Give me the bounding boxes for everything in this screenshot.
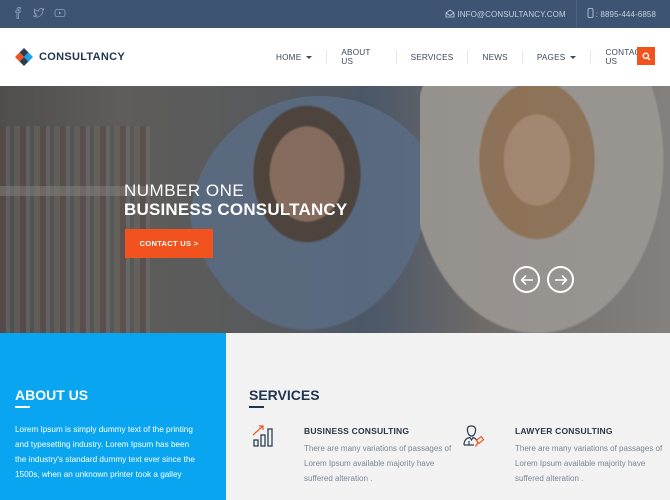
arrow-left-icon	[519, 274, 533, 285]
logo-icon	[15, 48, 33, 66]
nav-item-news[interactable]: NEWS	[468, 50, 523, 64]
divider	[575, 0, 577, 28]
service-title: BUSINESS CONSULTING	[304, 426, 410, 436]
title-underline	[249, 406, 264, 408]
search-icon	[642, 52, 651, 61]
service-text: There are many variations of passages of…	[304, 444, 452, 483]
slider-next-button[interactable]	[547, 266, 574, 293]
email-link[interactable]: INFO@CONSULTANCY.COM	[457, 10, 565, 19]
top-bar: INFO@CONSULTANCY.COM : 8895-444-6858	[0, 0, 670, 28]
arrow-right-icon	[554, 274, 568, 285]
nav-item-about-us[interactable]: ABOUT US	[327, 48, 397, 66]
nav-item-pages[interactable]: PAGES	[523, 50, 592, 64]
nav-label: SERVICES	[410, 52, 454, 62]
nav-item-services[interactable]: SERVICES	[397, 50, 469, 64]
youtube-icon[interactable]	[54, 7, 66, 19]
header: CONSULTANCY HOME ABOUT US SERVICES NEWS …	[0, 28, 670, 86]
growth-chart-icon	[252, 425, 273, 447]
lawyer-icon	[463, 425, 485, 447]
contact-us-button[interactable]: CONTACT US >	[125, 229, 213, 258]
nav-label: PAGES	[536, 52, 566, 62]
social-links	[12, 7, 66, 19]
nav-item-home[interactable]: HOME	[262, 50, 328, 64]
nav-item-contact-us[interactable]: CONTACT US	[591, 48, 670, 66]
services-section: SERVICES BUSINESS CONSULTING There are m…	[226, 333, 670, 500]
caret-down-icon	[570, 55, 577, 59]
phone-icon	[587, 8, 594, 20]
service-text: There are many variations of passages of…	[515, 444, 663, 483]
about-title: ABOUT US	[15, 387, 89, 403]
contact-info: INFO@CONSULTANCY.COM : 8895-444-6858	[445, 0, 656, 28]
nav-label: NEWS	[482, 52, 508, 62]
hero-title: BUSINESS CONSULTANCY	[124, 200, 348, 219]
about-text: Lorem Ipsum is simply dummy text of the …	[15, 425, 195, 479]
facebook-icon[interactable]	[12, 7, 24, 19]
twitter-icon[interactable]	[32, 7, 45, 19]
caret-down-icon	[306, 55, 313, 59]
title-underline	[15, 406, 30, 408]
phone-number: : 8895-444-6858	[595, 9, 656, 19]
main-nav: HOME ABOUT US SERVICES NEWS PAGES CONTAC…	[262, 28, 670, 86]
hero-slider: NUMBER ONE BUSINESS CONSULTANCY CONTACT …	[0, 86, 670, 333]
hero-subtitle: NUMBER ONE	[124, 181, 245, 200]
logo-text: CONSULTANCY	[39, 51, 125, 63]
envelope-icon	[445, 9, 455, 20]
service-title: LAWYER CONSULTING	[515, 426, 613, 436]
slider-prev-button[interactable]	[513, 266, 540, 293]
about-section: ABOUT US Lorem Ipsum is simply dummy tex…	[0, 333, 226, 500]
logo[interactable]: CONSULTANCY	[15, 48, 125, 66]
nav-label: HOME	[276, 52, 302, 62]
search-button[interactable]	[637, 47, 655, 65]
services-title: SERVICES	[249, 387, 320, 403]
nav-label: ABOUT US	[341, 48, 371, 66]
